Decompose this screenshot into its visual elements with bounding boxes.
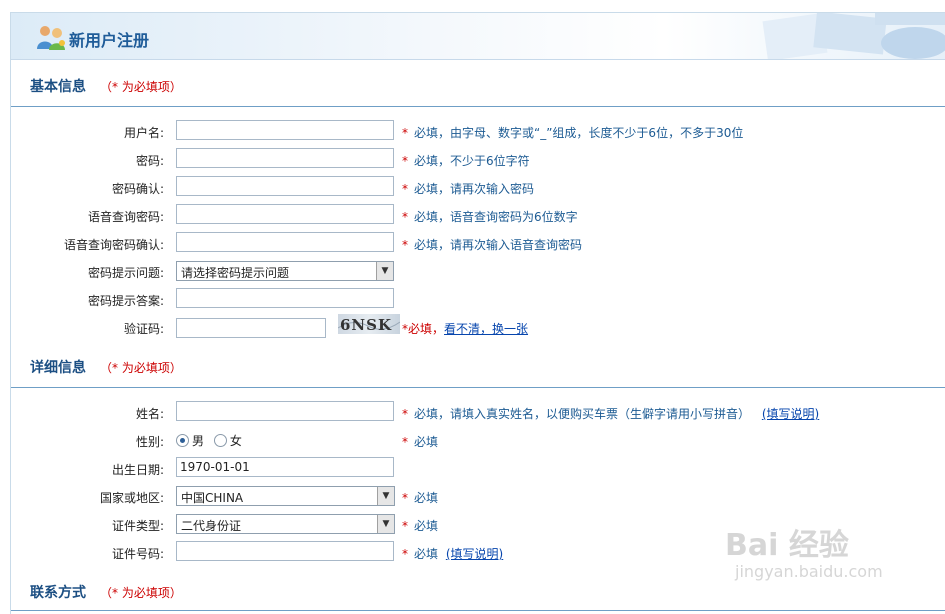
page-header: 新用户注册 <box>11 13 945 60</box>
password-hint-text: 必填，不少于6位字符 <box>414 154 530 168</box>
watermark-sub: jingyan.baidu.com <box>735 562 883 581</box>
username-label: 用户名: <box>123 126 164 140</box>
id-number-hint-text: 必填 <box>414 547 439 561</box>
chevron-down-icon[interactable]: ▼ <box>377 515 394 533</box>
gender-female-label: 女 <box>229 434 242 448</box>
id-number-help-link[interactable]: (填写说明) <box>446 547 503 561</box>
gender-male-label: 男 <box>192 434 205 448</box>
refresh-captcha-link[interactable]: 看不清，换一张 <box>444 322 528 336</box>
captcha-noise: 6NSK <box>337 316 401 334</box>
password-label: 密码: <box>135 154 164 168</box>
question-selected: 请选择密码提示问题 <box>181 266 290 280</box>
answer-label: 密码提示答案: <box>87 294 164 308</box>
required-star: * <box>402 238 408 252</box>
required-note-detail: （* 为必填项） <box>100 361 182 375</box>
section-title-basic: 基本信息 <box>30 79 86 95</box>
voice-password-confirm-input[interactable] <box>176 232 394 252</box>
password-input[interactable] <box>176 148 394 168</box>
chevron-down-icon[interactable]: ▼ <box>377 487 394 505</box>
required-star: * <box>402 154 408 168</box>
voice-password-confirm-hint-text: 必填，请再次输入语音查询密码 <box>414 238 583 252</box>
gender-male-radio[interactable] <box>176 434 189 447</box>
required-star: * <box>402 407 408 421</box>
password-confirm-input[interactable] <box>176 176 394 196</box>
voice-password-hint-text: 必填，语音查询密码为6位数字 <box>414 210 578 224</box>
username-hint-text: 必填，由字母、数字或“_”组成，长度不少于6位，不多于30位 <box>414 126 744 140</box>
name-label: 姓名: <box>135 407 164 421</box>
username-hint: * 必填，由字母、数字或“_”组成，长度不少于6位，不多于30位 <box>402 124 743 141</box>
voice-password-label: 语音查询密码: <box>87 210 164 224</box>
required-star: * <box>402 491 408 505</box>
captcha-label: 验证码: <box>123 322 164 336</box>
voice-password-hint: * 必填，语音查询密码为6位数字 <box>402 208 578 225</box>
required-star: * <box>402 519 408 533</box>
required-star: * <box>402 435 408 449</box>
country-selected: 中国CHINA <box>181 491 244 505</box>
chevron-down-icon[interactable]: ▼ <box>376 262 393 280</box>
name-hint-text: 必填，请填入真实姓名，以便购买车票（生僻字请用小写拼音） <box>414 407 751 421</box>
users-icon <box>37 26 65 50</box>
birth-label: 出生日期: <box>111 463 164 477</box>
name-hint: * 必填，请填入真实姓名，以便购买车票（生僻字请用小写拼音） (填写说明) <box>402 405 819 422</box>
id-type-hint-text: 必填 <box>414 519 439 533</box>
id-type-select[interactable]: 二代身份证 ▼ <box>176 514 395 534</box>
name-help-link[interactable]: (填写说明) <box>762 407 819 421</box>
gender-hint-text: 必填 <box>414 435 439 449</box>
id-number-input[interactable] <box>176 541 394 561</box>
voice-password-input[interactable] <box>176 204 394 224</box>
captcha-input[interactable] <box>176 318 326 338</box>
page-title: 新用户注册 <box>69 31 150 50</box>
captcha-image[interactable]: 6NSK <box>337 314 401 334</box>
password-confirm-hint: * 必填，请再次输入密码 <box>402 180 534 197</box>
captcha-hint-prefix: *必填， <box>402 322 445 336</box>
section-divider <box>11 610 945 611</box>
gender-hint: * 必填 <box>402 433 438 450</box>
captcha-hint: *必填，看不清，换一张 <box>402 320 528 337</box>
header-decoration <box>762 13 945 59</box>
id-number-label: 证件号码: <box>111 547 164 561</box>
country-hint-text: 必填 <box>414 491 439 505</box>
password-hint: * 必填，不少于6位字符 <box>402 152 530 169</box>
required-star: * <box>402 547 408 561</box>
answer-input[interactable] <box>176 288 394 308</box>
required-note-basic: （* 为必填项） <box>100 80 182 94</box>
section-divider <box>11 106 945 107</box>
name-input[interactable] <box>176 401 394 421</box>
question-select[interactable]: 请选择密码提示问题 ▼ <box>176 261 394 281</box>
section-title-contact: 联系方式 <box>30 585 86 601</box>
gender-radio-group: 男 女 <box>176 432 248 449</box>
id-number-hint: * 必填 (填写说明) <box>402 545 503 562</box>
id-type-hint: * 必填 <box>402 517 438 534</box>
id-type-selected: 二代身份证 <box>181 519 242 533</box>
country-label: 国家或地区: <box>99 491 164 505</box>
id-type-label: 证件类型: <box>111 519 164 533</box>
voice-password-confirm-hint: * 必填，请再次输入语音查询密码 <box>402 236 582 253</box>
birth-date-input[interactable] <box>176 457 394 477</box>
username-input[interactable] <box>176 120 394 140</box>
section-title-detail: 详细信息 <box>30 360 86 376</box>
country-select[interactable]: 中国CHINA ▼ <box>176 486 395 506</box>
voice-password-confirm-label: 语音查询密码确认: <box>63 238 164 252</box>
baidu-watermark: Bai 经验 jingyan.baidu.com <box>725 520 925 590</box>
gender-female-radio[interactable] <box>213 434 227 447</box>
captcha-text: 6NSK <box>340 316 392 334</box>
password-confirm-hint-text: 必填，请再次输入密码 <box>414 182 535 196</box>
password-confirm-label: 密码确认: <box>111 182 164 196</box>
required-star: * <box>402 210 408 224</box>
required-star: * <box>402 126 408 140</box>
country-hint: * 必填 <box>402 489 438 506</box>
gender-label: 性别: <box>135 435 164 449</box>
required-star: * <box>402 182 408 196</box>
section-divider <box>11 387 945 388</box>
required-note-contact: （* 为必填项） <box>100 586 182 600</box>
watermark-main: Bai 经验 <box>725 528 849 563</box>
question-label: 密码提示问题: <box>87 266 164 280</box>
